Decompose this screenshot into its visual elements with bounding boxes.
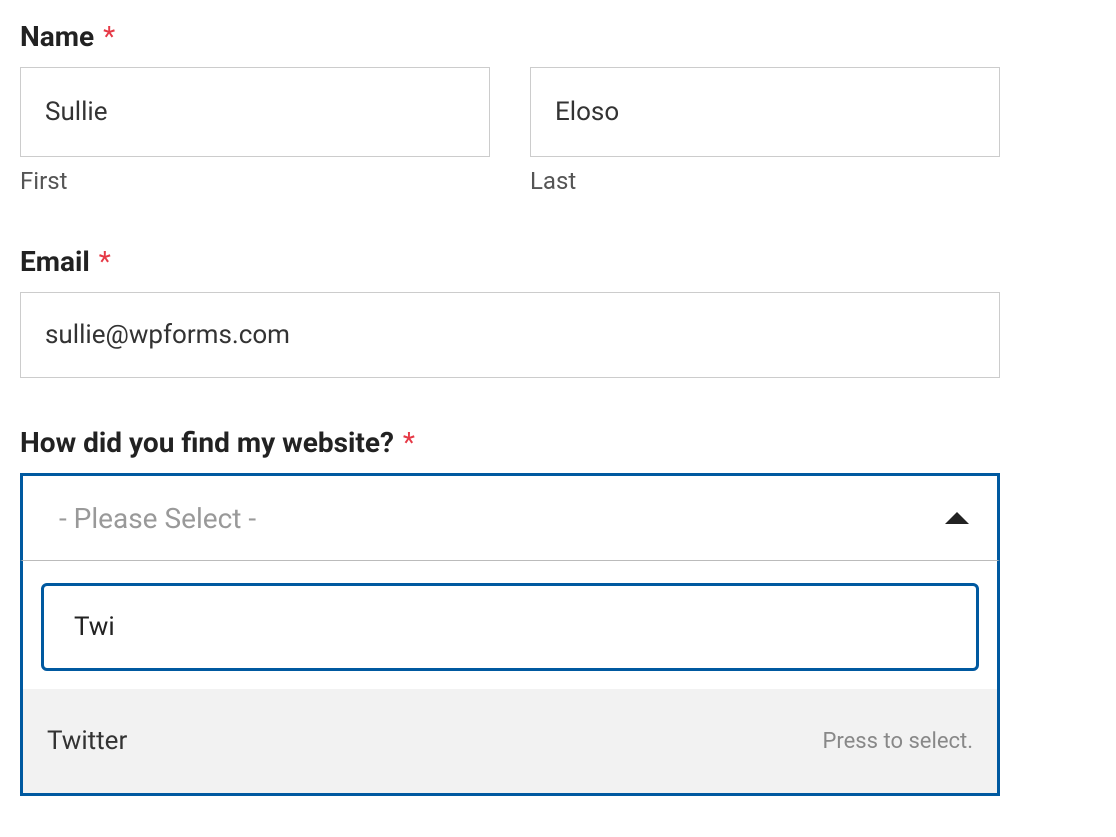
dropdown-option-label: Twitter — [47, 726, 127, 756]
dropdown-panel: Twitter Press to select. — [20, 561, 1000, 796]
first-name-col: First — [20, 67, 490, 195]
name-label: Name * — [20, 20, 1000, 53]
source-dropdown: - Please Select - Twitter Press to selec… — [20, 473, 1000, 796]
dropdown-option-hint: Press to select. — [823, 729, 974, 754]
required-asterisk-icon: * — [103, 20, 115, 53]
email-input[interactable] — [20, 292, 1000, 378]
first-name-input[interactable] — [20, 67, 490, 157]
name-label-text: Name — [20, 20, 94, 53]
required-asterisk-icon: * — [99, 245, 111, 278]
source-field-group: How did you find my website? * - Please … — [20, 426, 1000, 796]
dropdown-search-input[interactable] — [41, 583, 979, 671]
caret-up-icon — [945, 512, 969, 524]
source-label: How did you find my website? * — [20, 426, 1000, 459]
dropdown-control[interactable]: - Please Select - — [20, 473, 1000, 561]
last-name-col: Last — [530, 67, 1000, 195]
name-field-group: Name * First Last — [20, 20, 1000, 195]
email-label-text: Email — [20, 245, 90, 278]
email-label: Email * — [20, 245, 1000, 278]
first-name-sublabel: First — [20, 167, 490, 195]
email-field-group: Email * — [20, 245, 1000, 378]
last-name-sublabel: Last — [530, 167, 1000, 195]
dropdown-option-twitter[interactable]: Twitter Press to select. — [23, 689, 997, 793]
source-label-text: How did you find my website? — [20, 426, 394, 459]
name-row: First Last — [20, 67, 1000, 195]
required-asterisk-icon: * — [403, 426, 415, 459]
dropdown-placeholder: - Please Select - — [59, 502, 256, 535]
last-name-input[interactable] — [530, 67, 1000, 157]
